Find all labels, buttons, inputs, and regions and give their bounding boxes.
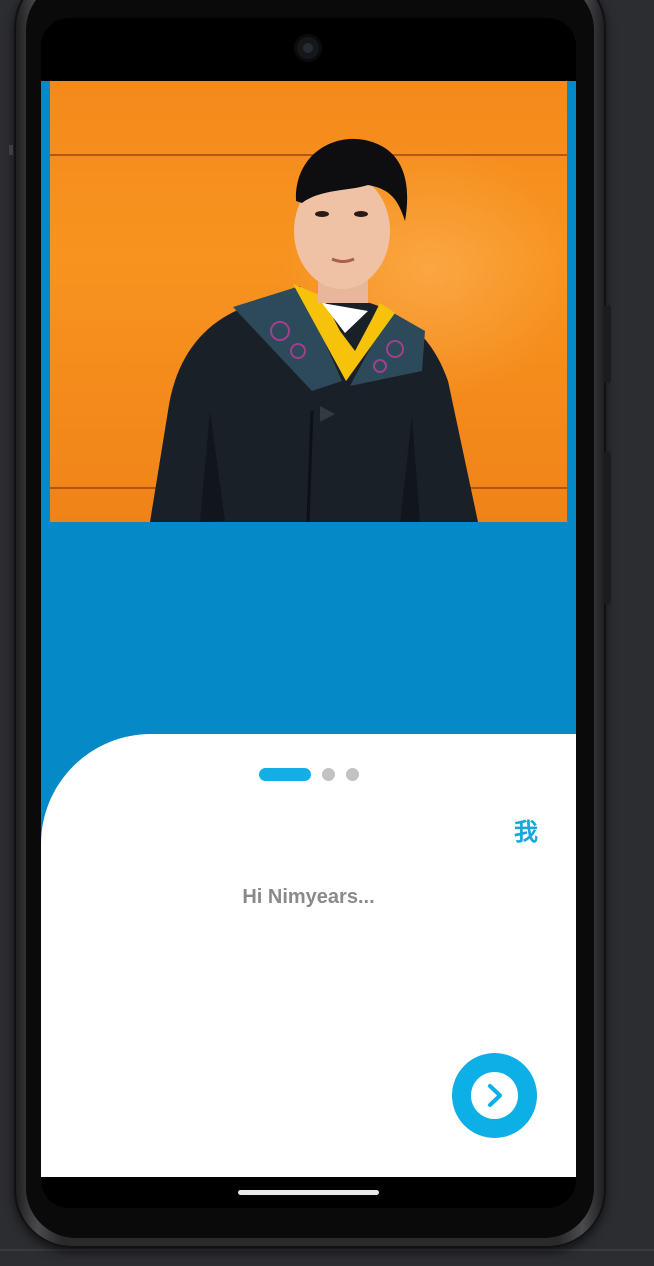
chevron-right-icon — [488, 1084, 502, 1107]
page-dot-active[interactable] — [259, 768, 311, 781]
graduate-figure — [150, 138, 478, 522]
next-button-inner — [471, 1072, 518, 1119]
front-camera-icon — [294, 34, 322, 62]
power-button[interactable] — [603, 305, 611, 383]
volume-button[interactable] — [603, 452, 611, 604]
graduation-photo — [50, 81, 567, 522]
language-toggle[interactable]: 我 — [514, 812, 538, 847]
page-dot[interactable] — [346, 768, 359, 781]
frame-edge — [9, 145, 13, 155]
home-indicator[interactable] — [238, 1190, 379, 1195]
bottom-sheet: 我 Hi Nimyears... — [41, 734, 576, 1177]
desktop-divider — [0, 1249, 654, 1251]
page-dot[interactable] — [322, 768, 335, 781]
onboarding-screen: 我 Hi Nimyears... — [41, 81, 576, 1177]
next-button[interactable] — [452, 1053, 537, 1138]
phone-screen: 我 Hi Nimyears... — [41, 18, 576, 1208]
greeting-text: Hi Nimyears... — [242, 886, 375, 908]
